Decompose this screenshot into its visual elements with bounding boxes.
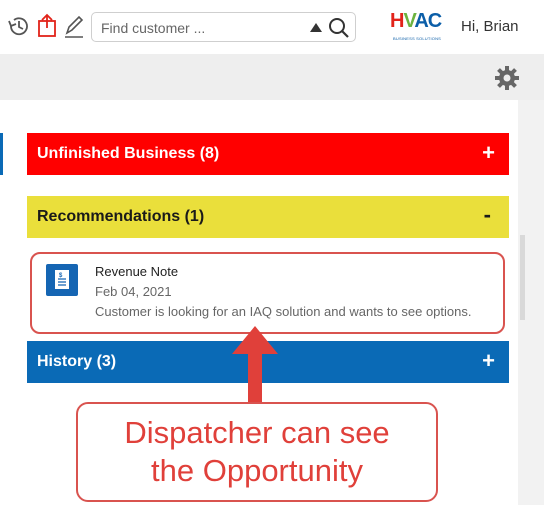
sub-toolbar	[0, 54, 544, 100]
logo-text: HVAC	[390, 10, 442, 32]
gear-icon[interactable]	[494, 65, 520, 91]
edit-icon[interactable]	[62, 12, 86, 40]
callout-text: Dispatcher can see the Opportunity	[78, 414, 436, 490]
recommendation-item[interactable]: $ Revenue Note Feb 04, 2021 Customer is …	[30, 252, 505, 334]
caret-up-icon[interactable]	[310, 23, 322, 32]
user-greeting[interactable]: Hi, Brian	[461, 18, 519, 35]
note-title: Revenue Note	[95, 264, 179, 279]
section-title: Unfinished Business (8)	[37, 145, 220, 162]
share-icon[interactable]	[35, 12, 59, 40]
recommendations-header[interactable]: Recommendations (1) -	[27, 196, 509, 238]
section-title: History (3)	[37, 353, 117, 370]
unfinished-business-header[interactable]: Unfinished Business (8) +	[27, 133, 509, 175]
search-box	[91, 12, 356, 42]
callout-box: Dispatcher can see the Opportunity	[76, 402, 438, 502]
expand-icon[interactable]: +	[482, 348, 495, 374]
collapse-icon[interactable]: -	[484, 202, 491, 228]
left-tab-indicator	[0, 133, 3, 175]
note-icon: $	[46, 264, 78, 296]
note-date: Feb 04, 2021	[95, 284, 172, 299]
hvac-logo: HVAC BUSINESS SOLUTIONS	[390, 10, 442, 44]
scrollbar-thumb[interactable]	[520, 235, 525, 320]
section-title: Recommendations (1)	[37, 208, 205, 225]
search-icon[interactable]	[328, 17, 350, 39]
callout-line-1: Dispatcher can see	[124, 415, 390, 450]
search-input[interactable]	[101, 18, 297, 38]
callout-line-2: the Opportunity	[151, 453, 363, 488]
note-description: Customer is looking for an IAQ solution …	[95, 304, 472, 319]
expand-icon[interactable]: +	[482, 140, 495, 166]
history-icon[interactable]	[6, 12, 30, 40]
top-bar: HVAC BUSINESS SOLUTIONS Hi, Brian	[0, 0, 544, 54]
callout-arrow	[232, 326, 278, 408]
logo-tagline: BUSINESS SOLUTIONS	[393, 36, 442, 41]
